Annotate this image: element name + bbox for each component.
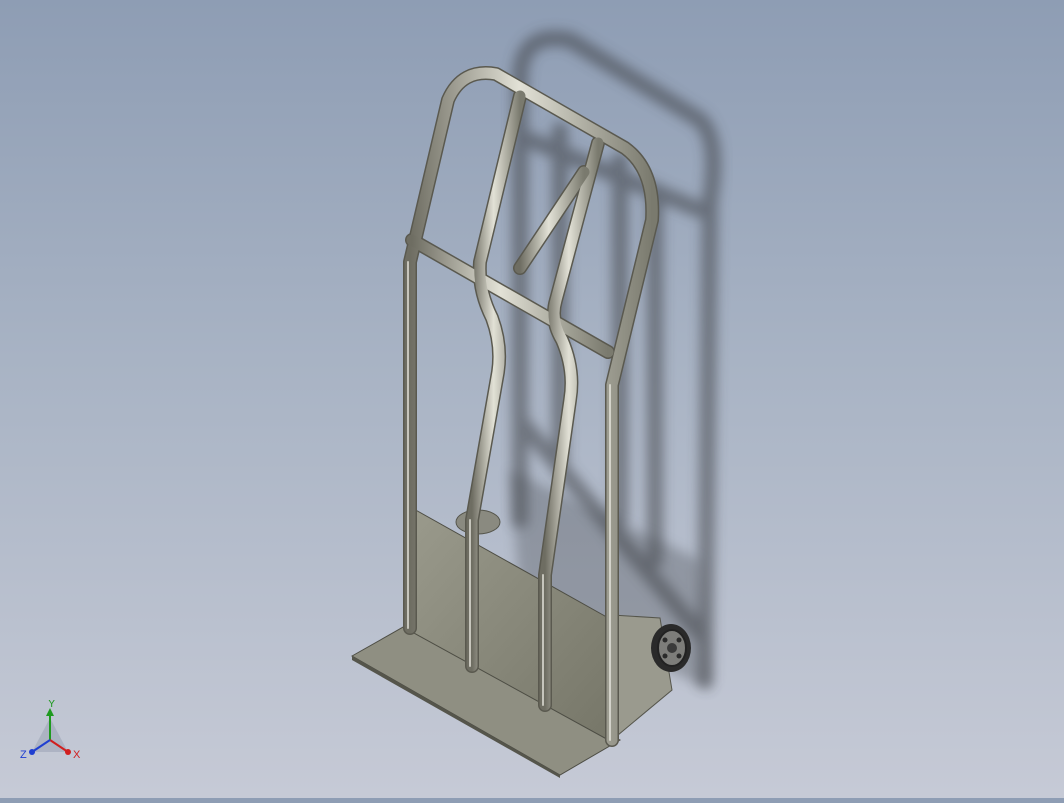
3d-viewport[interactable]: Y X Z — [0, 0, 1064, 798]
x-axis-label: X — [73, 749, 81, 761]
z-axis-label: Z — [20, 749, 27, 761]
wheel — [651, 624, 691, 672]
hand-truck-model[interactable] — [0, 0, 1064, 798]
axis-triad[interactable]: Y X Z — [18, 698, 88, 775]
orientation-triad-icon: Y X Z — [20, 698, 81, 761]
y-axis-label: Y — [48, 700, 56, 710]
